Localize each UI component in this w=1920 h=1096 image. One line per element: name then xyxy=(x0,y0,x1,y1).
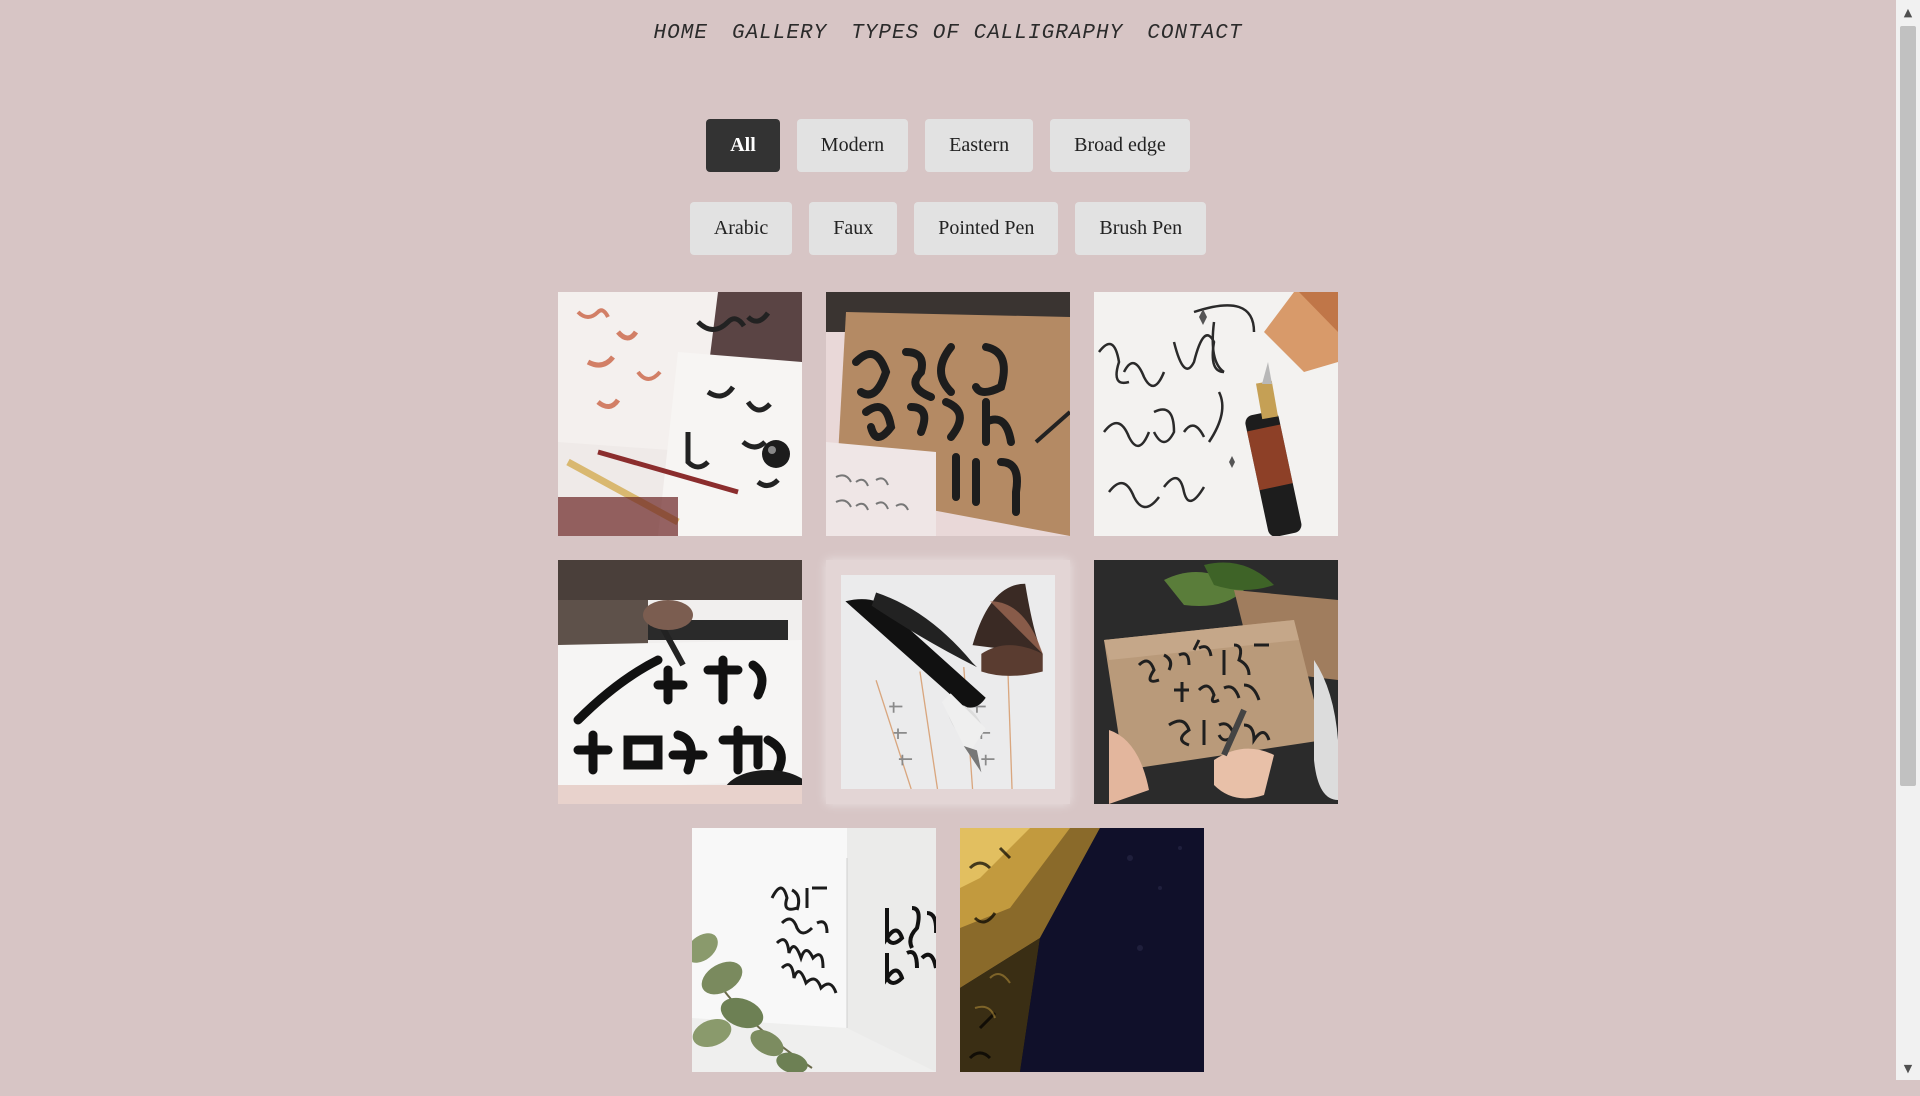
eastern-brush-writing-image xyxy=(558,560,802,804)
filter-row-1: All Modern Eastern Broad edge xyxy=(0,119,1896,172)
dont-let-them-stop-you-photo[interactable] xyxy=(1094,560,1338,804)
chinese-brush-pen-photo[interactable] xyxy=(826,560,1070,804)
image-gallery xyxy=(0,292,1896,1096)
gold-dark-abstract-photo[interactable] xyxy=(960,828,1204,1072)
faith-can-move-mountains-photo[interactable] xyxy=(692,828,936,1072)
gallery-row xyxy=(0,560,1896,804)
nav-link-home[interactable]: HOME xyxy=(654,22,708,45)
filter-button-broad-edge[interactable]: Broad edge xyxy=(1050,119,1190,172)
gallery-row xyxy=(0,292,1896,536)
vertical-scrollbar[interactable]: ▲ ▼ xyxy=(1896,0,1920,1080)
gold-dark-abstract-image xyxy=(960,828,1204,1072)
gallery-row xyxy=(0,828,1896,1072)
filter-button-all[interactable]: All xyxy=(706,119,780,172)
scroll-down-arrow-icon[interactable]: ▼ xyxy=(1896,1056,1920,1080)
scroll-up-arrow-icon[interactable]: ▲ xyxy=(1896,0,1920,24)
arabic-calligraphy-image xyxy=(558,292,802,536)
nav-link-types-of-calligraphy[interactable]: TYPES OF CALLIGRAPHY xyxy=(851,22,1123,45)
filter-button-modern[interactable]: Modern xyxy=(796,119,909,172)
filter-button-eastern[interactable]: Eastern xyxy=(925,119,1034,172)
filter-button-brush-pen[interactable]: Brush Pen xyxy=(1075,202,1207,255)
nav-link-contact[interactable]: CONTACT xyxy=(1147,22,1242,45)
eastern-brush-writing-photo[interactable] xyxy=(558,560,802,804)
filter-button-arabic[interactable]: Arabic xyxy=(689,202,793,255)
nav-link-gallery[interactable]: GALLERY xyxy=(732,22,827,45)
dont-let-them-stop-you-image xyxy=(1094,560,1338,804)
faith-can-move-mountains-image xyxy=(692,828,936,1072)
arabic-calligraphy-photo[interactable] xyxy=(558,292,802,536)
filter-row-2: Arabic Faux Pointed Pen Brush Pen xyxy=(0,202,1896,255)
scrollbar-thumb[interactable] xyxy=(1900,26,1916,786)
top-navigation: HOME GALLERY TYPES OF CALLIGRAPHY CONTAC… xyxy=(0,22,1896,45)
chinese-brush-pen-image xyxy=(841,575,1055,789)
filter-button-pointed-pen[interactable]: Pointed Pen xyxy=(914,202,1059,255)
broad-edge-alphabet-photo[interactable] xyxy=(826,292,1070,536)
pointed-pen-love-what-you-are-image xyxy=(1094,292,1338,536)
broad-edge-alphabet-image xyxy=(826,292,1070,536)
pointed-pen-love-what-you-are-photo[interactable] xyxy=(1094,292,1338,536)
filter-button-faux[interactable]: Faux xyxy=(809,202,898,255)
